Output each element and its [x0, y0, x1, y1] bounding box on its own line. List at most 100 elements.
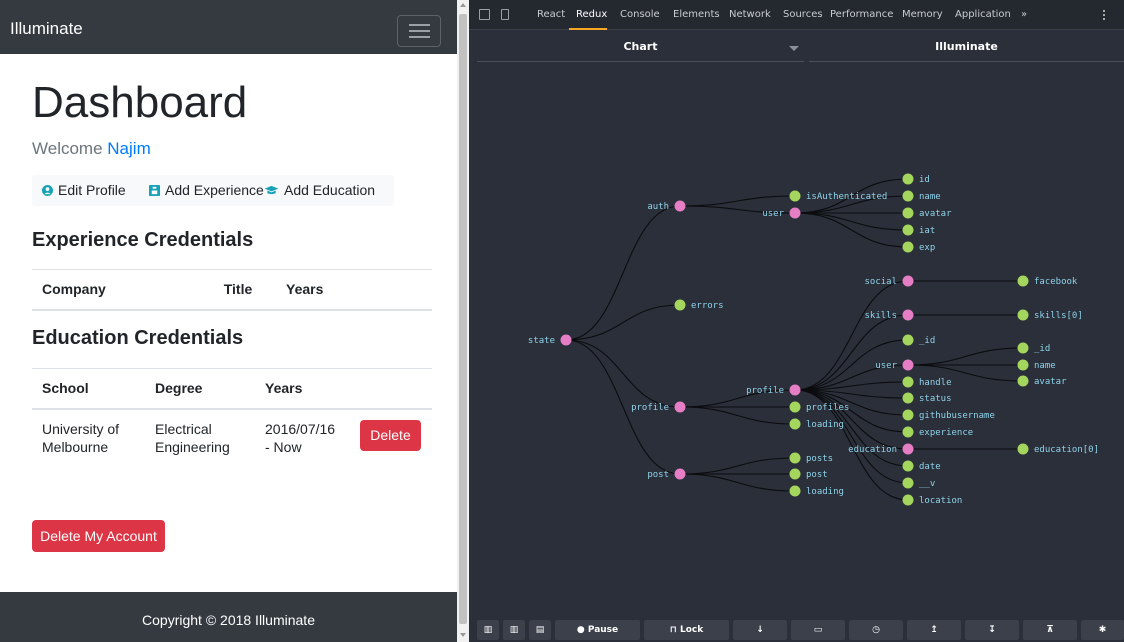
tree-node-profiles[interactable]: profiles: [789, 401, 850, 414]
add-education-button[interactable]: Add Education: [264, 182, 375, 198]
tree-node-facebook[interactable]: facebook: [1017, 275, 1078, 288]
tree-node-dot[interactable]: [560, 334, 572, 346]
tree-node-dot[interactable]: [789, 452, 801, 464]
tree-node-dot[interactable]: [902, 359, 914, 371]
tree-node-dot[interactable]: [902, 207, 914, 219]
tree-node-dot[interactable]: [789, 468, 801, 480]
user-name-link[interactable]: Najim: [107, 139, 150, 158]
tree-node-dot[interactable]: [902, 275, 914, 287]
tree-node-dot[interactable]: [902, 494, 914, 506]
tree-node-dot[interactable]: [1017, 275, 1029, 287]
tree-node-dot[interactable]: [902, 460, 914, 472]
tree-node-errors[interactable]: errors: [674, 299, 724, 312]
tree-node-avatar[interactable]: avatar: [902, 207, 953, 220]
layout-right-icon[interactable]: ▥: [503, 620, 525, 640]
tree-node-dot[interactable]: [902, 190, 914, 202]
pin-icon[interactable]: ↓: [733, 620, 787, 640]
tree-node-iat[interactable]: iat: [902, 224, 936, 237]
tree-node-social[interactable]: social: [864, 275, 914, 288]
scroll-up-icon[interactable]: [460, 3, 466, 7]
tree-node-exp[interactable]: exp: [902, 241, 936, 254]
tree-node-dot[interactable]: [902, 376, 914, 388]
tree-node-label: education[0]: [1034, 445, 1099, 455]
delete-account-button[interactable]: Delete My Account: [32, 520, 165, 552]
tree-node-dot[interactable]: [1017, 342, 1029, 354]
tree-node-label: posts: [806, 454, 833, 464]
tree-node-profile[interactable]: profile: [631, 401, 686, 414]
lock-button[interactable]: ⊓ Lock: [644, 620, 729, 640]
tree-node-dot[interactable]: [789, 485, 801, 497]
tree-node-profile-profile[interactable]: profile: [746, 384, 801, 397]
tree-node--id[interactable]: _id: [902, 334, 936, 347]
tree-node-dot[interactable]: [674, 200, 686, 212]
tree-node-post-post[interactable]: post: [789, 468, 828, 481]
layout-bottom-icon[interactable]: ▤: [529, 620, 551, 640]
tree-node-dot[interactable]: [789, 418, 801, 430]
tree-node-githubusername[interactable]: githubusername: [902, 409, 995, 422]
tree-node-u-id[interactable]: _id: [1017, 342, 1051, 355]
tree-node-handle[interactable]: handle: [902, 376, 952, 389]
brand-link[interactable]: Illuminate: [10, 19, 83, 39]
layout-left-icon[interactable]: ▥: [477, 620, 499, 640]
tree-node-dot[interactable]: [902, 224, 914, 236]
tree-node-id[interactable]: id: [902, 173, 930, 186]
tree-node-posts[interactable]: posts: [789, 452, 834, 465]
tree-node-dot[interactable]: [1017, 309, 1029, 321]
tree-node-u-avatar[interactable]: avatar: [1017, 375, 1068, 388]
tree-node-dot[interactable]: [789, 384, 801, 396]
edit-profile-button[interactable]: Edit Profile: [42, 182, 126, 198]
add-experience-button[interactable]: Add Experience: [149, 182, 264, 198]
upload-icon[interactable]: ↥: [907, 620, 961, 640]
tree-node-post[interactable]: post: [647, 468, 686, 481]
tree-node-education0[interactable]: education[0]: [1017, 443, 1100, 456]
tree-node-u-name[interactable]: name: [1017, 359, 1056, 372]
tree-node-dot[interactable]: [902, 409, 914, 421]
tree-node-dot[interactable]: [902, 334, 914, 346]
tree-node-auth[interactable]: auth: [647, 200, 686, 213]
tree-node-dot[interactable]: [902, 173, 914, 185]
tree-node-label: profiles: [806, 403, 849, 413]
remote-icon[interactable]: ⊼: [1023, 620, 1077, 640]
tree-node-isAuthenticated[interactable]: isAuthenticated: [789, 190, 888, 203]
download-icon[interactable]: ↧: [965, 620, 1019, 640]
tree-node-dot[interactable]: [902, 241, 914, 253]
tree-node-dot[interactable]: [1017, 375, 1029, 387]
tree-node-dot[interactable]: [902, 443, 914, 455]
tree-node-skills[interactable]: skills: [864, 309, 914, 322]
tree-node-dot[interactable]: [789, 207, 801, 219]
tree-node-dot[interactable]: [789, 401, 801, 413]
tree-node-name[interactable]: name: [902, 190, 941, 203]
tree-node-root[interactable]: state: [528, 334, 572, 347]
state-tree-chart[interactable]: state auth errors profile post isAuthenticate…: [469, 0, 1124, 642]
scroll-down-icon[interactable]: [460, 633, 466, 637]
tree-node-auth-user[interactable]: user: [762, 207, 801, 220]
keyboard-icon[interactable]: ▭: [791, 620, 845, 640]
pause-button[interactable]: ● Pause: [555, 620, 640, 640]
tree-node-skills0[interactable]: skills[0]: [1017, 309, 1083, 322]
tree-node-post-loading[interactable]: loading: [789, 485, 844, 498]
tree-node---v[interactable]: __v: [902, 477, 936, 490]
navbar-toggler-button[interactable]: [397, 15, 441, 47]
tree-node-education[interactable]: education: [848, 443, 914, 456]
tree-node-dot[interactable]: [1017, 443, 1029, 455]
settings-icon[interactable]: ✱: [1081, 620, 1124, 640]
tree-node-location[interactable]: location: [902, 494, 963, 507]
tree-node-profile-loading[interactable]: loading: [789, 418, 844, 431]
tree-node-dot[interactable]: [674, 401, 686, 413]
scrollbar-thumb[interactable]: [459, 14, 467, 624]
tree-node-dot[interactable]: [902, 477, 914, 489]
tree-node-dot[interactable]: [902, 392, 914, 404]
tree-node-dot[interactable]: [674, 299, 686, 311]
tree-node-dot[interactable]: [1017, 359, 1029, 371]
tree-node-dot[interactable]: [789, 190, 801, 202]
delete-education-button[interactable]: Delete: [360, 420, 421, 451]
tree-node-experience[interactable]: experience: [902, 426, 974, 439]
tree-node-status[interactable]: status: [902, 392, 952, 405]
timer-icon[interactable]: ◷: [849, 620, 903, 640]
tree-node-date[interactable]: date: [902, 460, 941, 473]
tree-node-dot[interactable]: [902, 426, 914, 438]
tree-node-dot[interactable]: [902, 309, 914, 321]
tree-node-dot[interactable]: [674, 468, 686, 480]
pane-splitter-scrollbar[interactable]: [457, 0, 469, 642]
tree-node-pp-user[interactable]: user: [875, 359, 914, 372]
